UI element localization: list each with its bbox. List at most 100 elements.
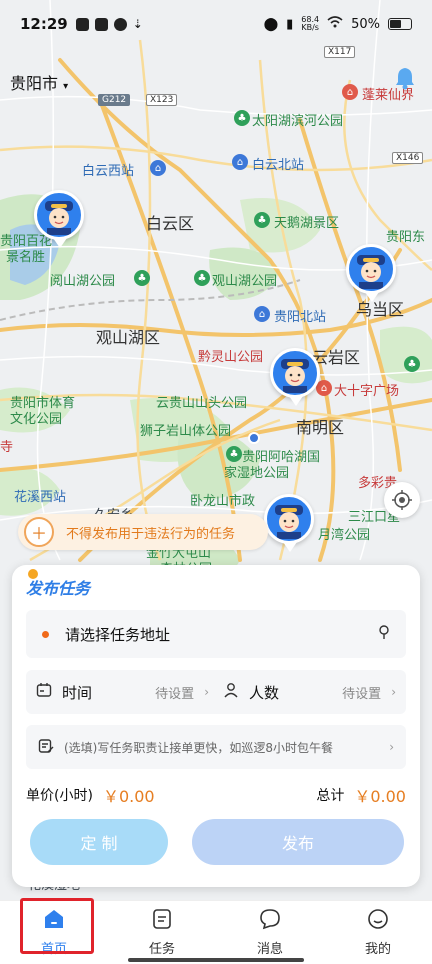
publish-task-card: 发布任务 请选择任务地址 时间 待设置 › 人数 待设置 › (选填)写任务职责…	[12, 565, 420, 887]
network-speed-unit: KB/s	[301, 23, 319, 32]
road-shield: X146	[392, 152, 424, 164]
warning-text: 不得发布用于违法行为的任务	[66, 526, 236, 542]
station-icon: ⌂	[232, 154, 248, 170]
edit-note-icon	[38, 738, 54, 757]
current-location-dot	[248, 432, 260, 444]
message-icon	[259, 908, 281, 934]
park-icon: ♣	[404, 356, 420, 372]
guard-avatar-icon	[270, 348, 320, 398]
task-icon	[151, 908, 173, 934]
map-label: 观山湖公园	[212, 274, 278, 289]
map-label: 花溪西站	[14, 490, 67, 505]
warning-banner: ＋ 不得发布用于违法行为的任务	[18, 514, 268, 550]
map-label: 家湿地公园	[224, 466, 290, 481]
notification-icon	[94, 17, 108, 31]
guard-avatar-icon	[34, 190, 84, 240]
map-label: 月湾公园	[318, 528, 371, 543]
battery-percent: 50%	[351, 16, 380, 32]
district-label: 观山湖区	[96, 328, 161, 347]
map-label: 文化公园	[10, 412, 63, 427]
nav-label: 消息	[256, 942, 283, 957]
map-label: 卧龙山市政	[190, 494, 256, 509]
map-label: 太阳湖滨河公园	[252, 114, 344, 129]
park-icon: ♣	[194, 270, 210, 286]
guard-avatar-icon	[264, 494, 314, 544]
road-shield: G212	[98, 94, 131, 106]
chevron-right-icon: ›	[389, 740, 394, 754]
time-people-row: 时间 待设置 › 人数 待设置 ›	[26, 670, 406, 714]
guard-marker[interactable]	[264, 494, 316, 556]
custom-button[interactable]: 定 制	[30, 819, 168, 865]
vibrate-icon: ▮	[286, 16, 294, 32]
profile-icon	[367, 908, 389, 934]
notification-icon	[75, 17, 89, 31]
nav-label: 任务	[148, 942, 175, 957]
publish-button[interactable]: 发布	[192, 819, 404, 865]
location-icon: ⬤	[263, 16, 279, 32]
map-label: 大十字广场	[334, 384, 400, 399]
map-label: 贵阳东	[386, 230, 426, 245]
nav-profile[interactable]: 我的	[324, 901, 432, 964]
bell-icon[interactable]	[394, 66, 416, 90]
bottom-nav: 首页 任务 消息 我的	[0, 900, 432, 964]
unit-price-value: ￥0.00	[102, 787, 155, 806]
scenic-icon: ⌂	[342, 84, 358, 100]
guard-marker[interactable]	[270, 348, 322, 410]
total-label: 总计	[316, 788, 345, 804]
map-label: 天鹅湖景区	[274, 216, 340, 231]
park-icon: ♣	[134, 270, 150, 286]
network-speed: 68.4 KB/s	[301, 16, 319, 32]
wifi-icon	[327, 16, 343, 32]
download-icon: ⇣	[132, 17, 143, 31]
map-label: 贵阳北站	[274, 310, 327, 325]
map-label: 黔灵山公园	[198, 350, 264, 365]
address-dot-icon	[42, 630, 49, 638]
station-icon: ⌂	[150, 160, 166, 176]
map-label: 阅山湖公园	[50, 274, 116, 289]
time-label: 时间	[62, 683, 93, 702]
status-time: 12:29	[20, 15, 68, 33]
guard-avatar-icon	[346, 244, 396, 294]
chevron-down-icon: ▾	[63, 81, 69, 92]
home-icon	[43, 908, 65, 934]
total-value: ￥0.00	[354, 787, 406, 806]
unit-price-label: 单价(小时)	[26, 788, 93, 804]
station-icon: ⌂	[254, 306, 270, 322]
battery-icon	[388, 18, 412, 30]
district-label: 白云区	[146, 214, 195, 233]
map-label: 寺	[0, 440, 14, 455]
people-selector[interactable]: 人数 待设置 ›	[209, 682, 396, 703]
location-pin-icon	[378, 624, 390, 644]
city-name: 贵阳市	[10, 74, 59, 93]
price-row: 单价(小时) ￥0.00 总计 ￥0.00	[26, 783, 406, 807]
home-indicator[interactable]	[128, 958, 304, 962]
task-note-input[interactable]: (选填)写任务职责让接单更快，如巡逻8小时包午餐 ›	[26, 725, 406, 769]
park-icon: ♣	[254, 212, 270, 228]
road-shield: X123	[146, 94, 178, 106]
address-placeholder: 请选择任务地址	[65, 625, 171, 644]
nav-label: 我的	[364, 942, 391, 957]
note-placeholder: (选填)写任务职责让接单更快，如巡逻8小时包午餐	[64, 740, 333, 755]
map-label: 白云北站	[252, 158, 305, 173]
guard-marker[interactable]	[34, 190, 86, 252]
guard-marker[interactable]	[346, 244, 398, 306]
check-icon	[113, 17, 127, 31]
city-selector[interactable]: 贵阳市 ▾	[10, 70, 68, 94]
chevron-right-icon: ›	[391, 685, 396, 699]
district-label: 南明区	[296, 418, 345, 437]
people-label: 人数	[249, 683, 280, 702]
map-label: 狮子岩山体公园	[140, 424, 232, 439]
map-label: 白云西站	[82, 164, 135, 179]
nav-message[interactable]: 消息	[216, 901, 324, 964]
person-icon	[223, 682, 239, 702]
people-value: 待设置	[342, 686, 382, 702]
park-icon: ♣	[234, 110, 250, 126]
time-selector[interactable]: 时间 待设置 ›	[36, 682, 209, 703]
locate-button[interactable]	[384, 482, 420, 518]
nav-task[interactable]: 任务	[108, 901, 216, 964]
address-selector[interactable]: 请选择任务地址	[26, 610, 406, 658]
map-label: 云贵山山头公园	[156, 396, 248, 411]
calendar-icon	[36, 682, 52, 702]
nav-home[interactable]: 首页	[0, 901, 108, 964]
crosshair-icon	[392, 490, 412, 510]
